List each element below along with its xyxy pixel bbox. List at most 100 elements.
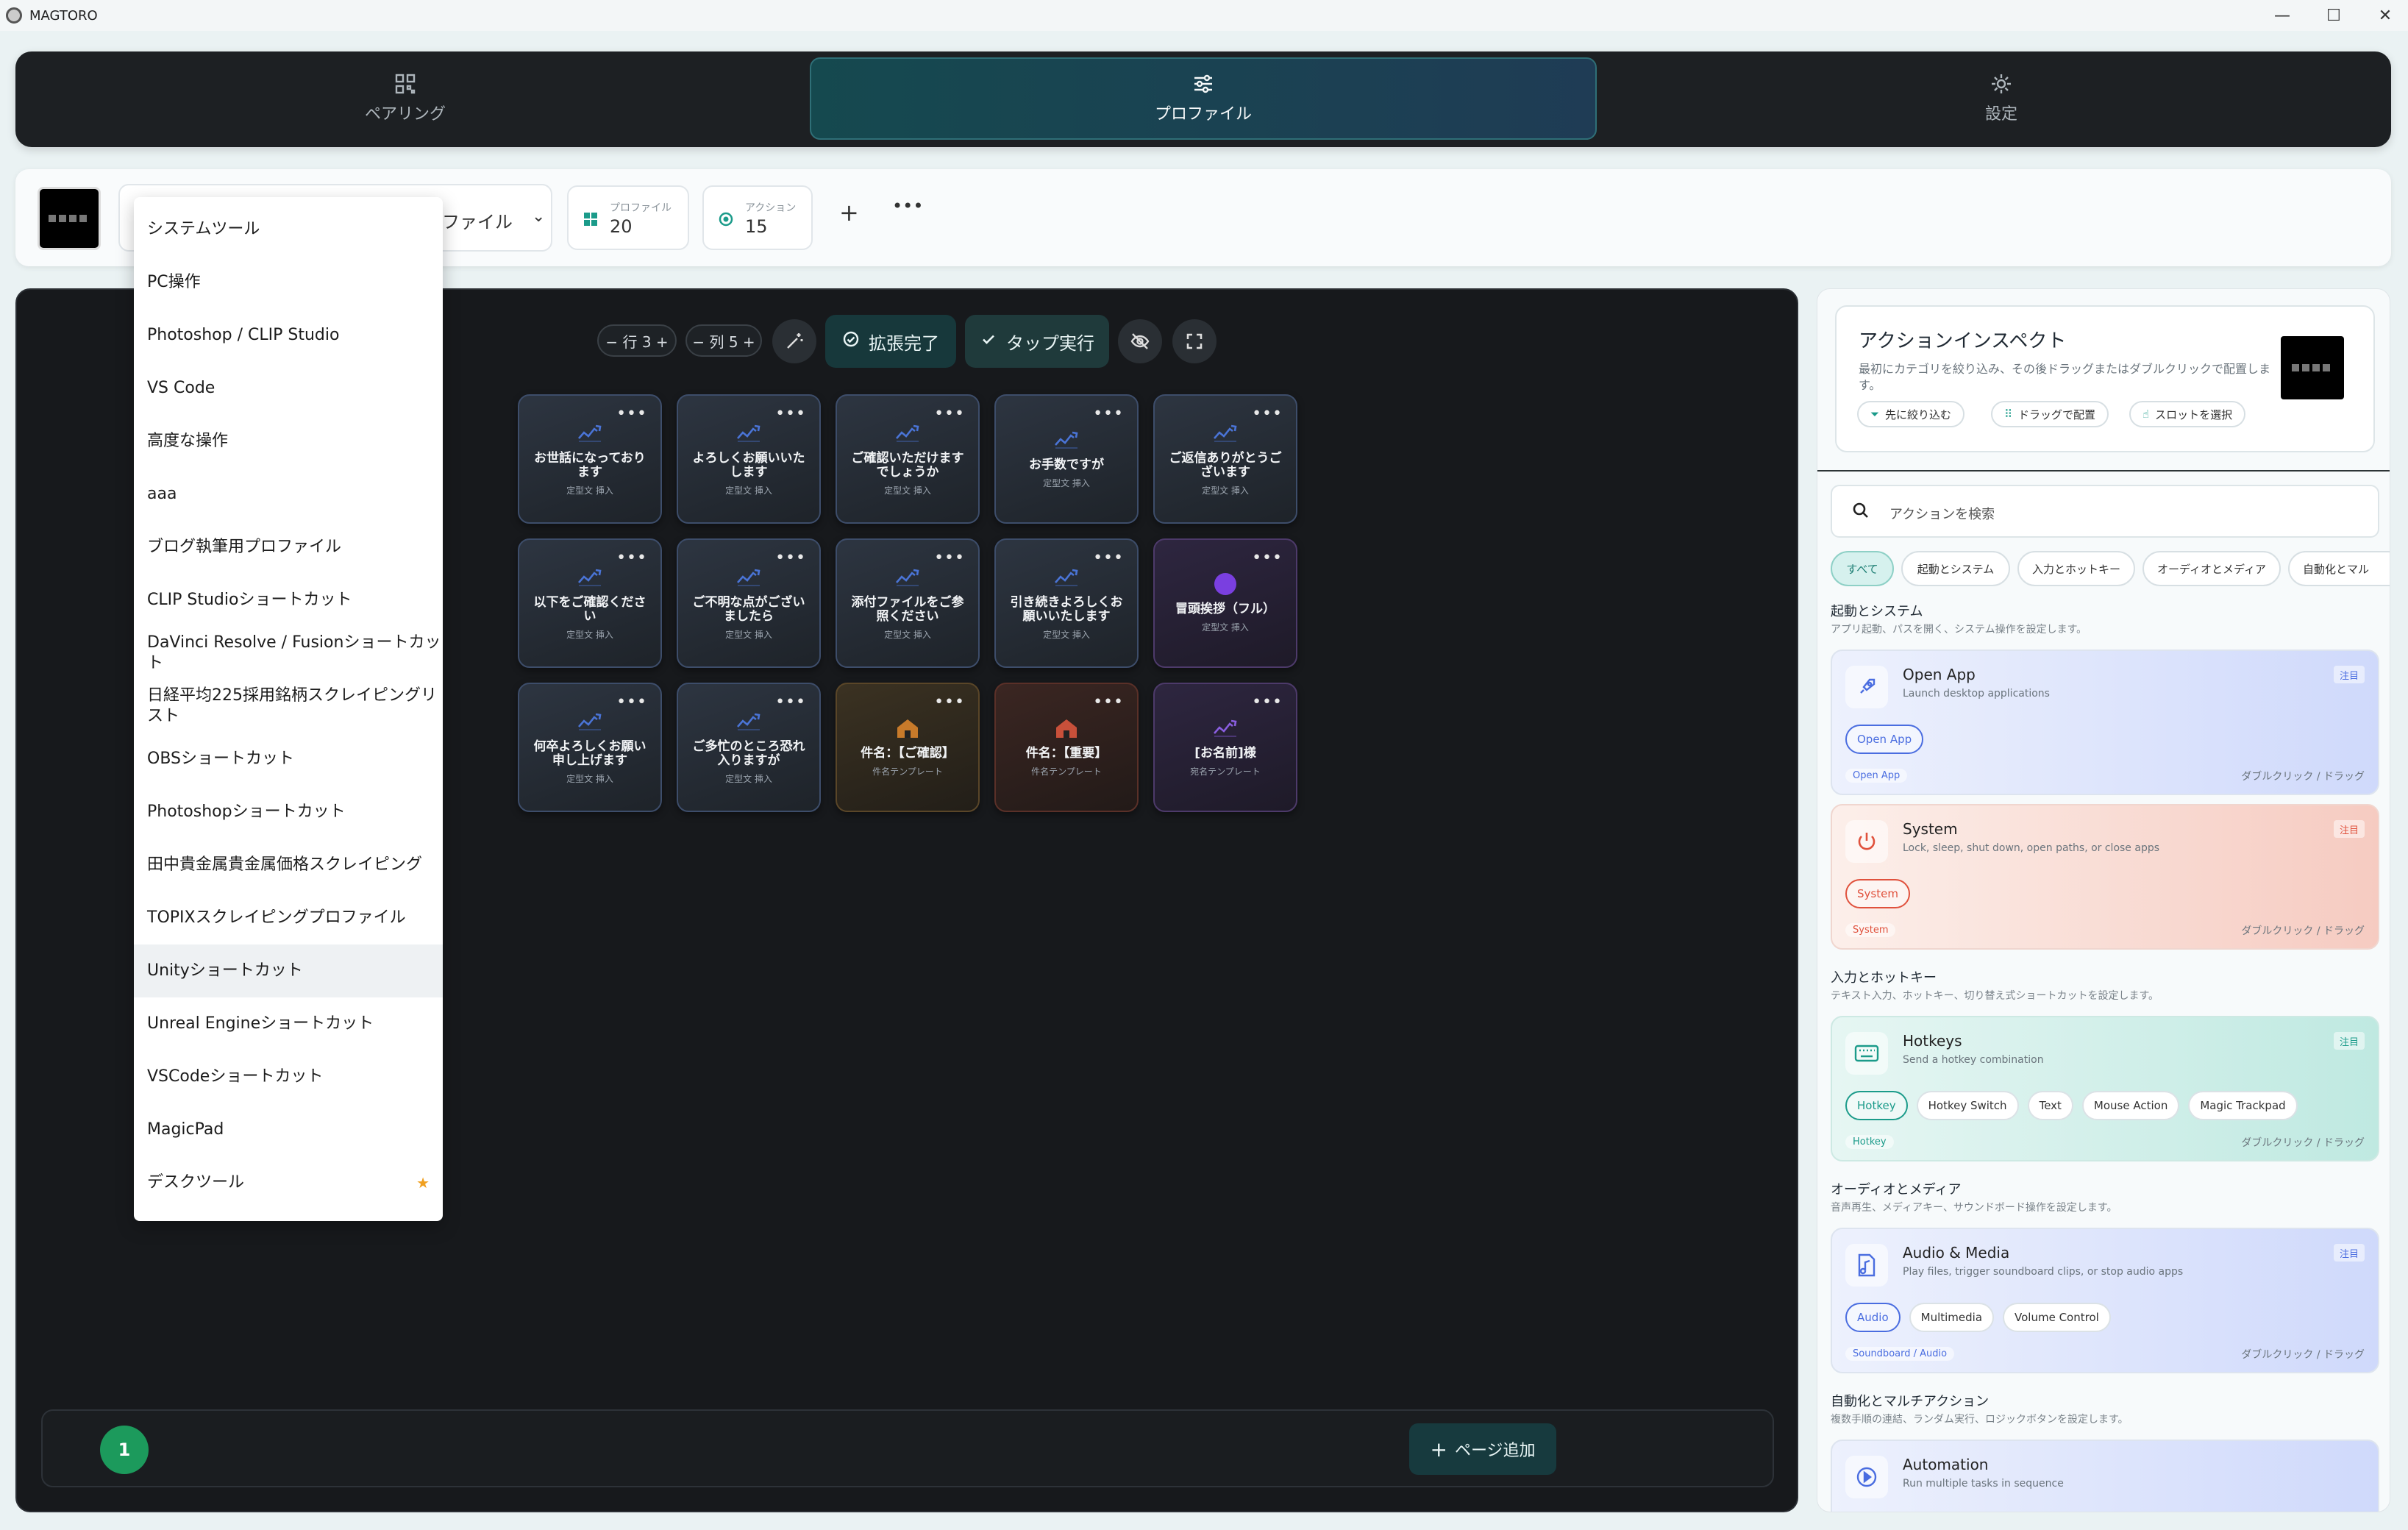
filter-input-hotkey[interactable]: 入力とホットキー bbox=[2017, 551, 2135, 586]
action-slot[interactable]: ••• ご確認いただけますでしょうか 定型文 挿入 bbox=[836, 394, 980, 524]
slot-title: 引き続きよろしくお願いいたします bbox=[1010, 594, 1123, 624]
page-button-1[interactable]: 1 bbox=[100, 1426, 149, 1474]
add-profile-button[interactable]: + bbox=[839, 199, 859, 227]
more-icon[interactable]: ••• bbox=[1252, 693, 1283, 711]
action-search[interactable]: アクションを検索 bbox=[1831, 485, 2379, 538]
dropdown-item[interactable]: Unreal Engineショートカット bbox=[134, 997, 443, 1050]
add-page-button[interactable]: + ページ追加 bbox=[1409, 1423, 1556, 1475]
action-slot[interactable]: ••• [お名前]様 宛名テンプレート bbox=[1153, 683, 1297, 812]
fullscreen-icon[interactable] bbox=[1172, 319, 1217, 363]
dropdown-item[interactable]: PC操作 bbox=[134, 256, 443, 309]
dropdown-item-label: Unreal Engineショートカット bbox=[147, 1014, 374, 1033]
filter-first-chip[interactable]: ⏷ 先に絞り込む bbox=[1857, 401, 1965, 427]
more-icon[interactable]: ••• bbox=[934, 549, 965, 567]
dropdown-item[interactable]: OBSショートカット bbox=[134, 733, 443, 786]
check-circle-icon bbox=[842, 330, 860, 352]
action-slot[interactable]: ••• お手数ですが 定型文 挿入 bbox=[994, 394, 1139, 524]
sliders-icon bbox=[1192, 73, 1214, 95]
action-card-open-app[interactable]: Open App Launch desktop applications 注目 Ope… bbox=[1831, 650, 2379, 795]
magic-wand-icon[interactable] bbox=[772, 319, 816, 363]
profile-thumbnail[interactable] bbox=[38, 187, 101, 250]
dropdown-item[interactable]: Photoshop / CLIP Studio bbox=[134, 309, 443, 362]
minimize-button[interactable]: — bbox=[2256, 0, 2308, 31]
dropdown-item[interactable]: Photoshopショートカット bbox=[134, 786, 443, 839]
card-tag[interactable]: Volume Control bbox=[2003, 1303, 2111, 1332]
tab-profile[interactable]: プロファイル bbox=[810, 57, 1597, 140]
more-icon[interactable]: ••• bbox=[934, 405, 965, 423]
action-slot[interactable]: ••• ご不明な点がございましたら 定型文 挿入 bbox=[677, 538, 821, 668]
card-tag[interactable]: System bbox=[1845, 879, 1910, 908]
more-icon[interactable]: ••• bbox=[616, 405, 647, 423]
action-slot[interactable]: ••• 添付ファイルをご参照ください 定型文 挿入 bbox=[836, 538, 980, 668]
dropdown-item[interactable]: ブログ執筆用プロファイル bbox=[134, 521, 443, 574]
maximize-button[interactable]: ☐ bbox=[2308, 0, 2359, 31]
card-tag[interactable]: Audio bbox=[1845, 1303, 1901, 1332]
card-tag[interactable]: Hotkey Switch bbox=[1916, 1091, 2019, 1120]
more-icon[interactable]: ••• bbox=[934, 693, 965, 711]
title-bar: MAGTORO — ☐ ✕ bbox=[0, 0, 2408, 31]
card-tag[interactable]: Magic Trackpad bbox=[2188, 1091, 2298, 1120]
action-slot[interactable]: ••• 引き続きよろしくお願いいたします定型文 挿入 bbox=[994, 538, 1139, 668]
action-card-system[interactable]: System Lock, sleep, shut down, open paths… bbox=[1831, 804, 2379, 950]
action-slot[interactable]: ••• お世話になっております 定型文 挿入 bbox=[518, 394, 662, 524]
tab-settings[interactable]: 設定 bbox=[1611, 57, 2391, 140]
more-icon[interactable]: ••• bbox=[775, 405, 806, 423]
more-icon[interactable]: ••• bbox=[775, 693, 806, 711]
dropdown-item[interactable]: 田中貴金属貴金属価格スクレイピング bbox=[134, 839, 443, 892]
dropdown-item[interactable]: デスクツール ★ bbox=[134, 1156, 443, 1209]
select-slot-chip[interactable]: ☝ スロットを選択 bbox=[2129, 401, 2246, 427]
action-slot[interactable]: ••• 件名：【ご確認】 件名テンプレート bbox=[836, 683, 980, 812]
action-card-automation[interactable]: Automation Run multiple tasks in sequence bbox=[1831, 1440, 2379, 1512]
tab-pairing[interactable]: ペアリング bbox=[15, 57, 795, 140]
more-icon[interactable]: ••• bbox=[1252, 549, 1283, 567]
more-icon[interactable]: ••• bbox=[1093, 405, 1124, 423]
dropdown-item[interactable]: MagicPad bbox=[134, 1103, 443, 1156]
dropdown-item[interactable]: DaVinci Resolve / Fusionショートカット bbox=[134, 627, 443, 680]
more-icon[interactable]: ••• bbox=[1252, 405, 1283, 423]
more-icon[interactable]: ••• bbox=[616, 549, 647, 567]
rows-stepper[interactable]: − 行 3 + bbox=[597, 324, 677, 357]
action-slot[interactable]: ••• 冒頭挨拶（フル） 定型文 挿入 bbox=[1153, 538, 1297, 668]
more-icon[interactable]: ••• bbox=[616, 693, 647, 711]
dropdown-item[interactable]: CLIP Studioショートカット bbox=[134, 574, 443, 627]
dropdown-item-label: VSCodeショートカット bbox=[147, 1067, 324, 1086]
filter-all[interactable]: すべて bbox=[1831, 551, 1894, 586]
card-tag[interactable]: Open App bbox=[1845, 725, 1924, 754]
dropdown-item[interactable]: VS Code bbox=[134, 362, 443, 415]
dropdown-item[interactable]: aaa bbox=[134, 468, 443, 521]
card-tag[interactable]: Hotkey bbox=[1845, 1091, 1908, 1120]
action-slot[interactable]: ••• ご多忙のところ恐れ入りますが 定型文 挿入 bbox=[677, 683, 821, 812]
card-title: Audio & Media bbox=[1903, 1244, 2010, 1262]
dropdown-item[interactable]: システムツール bbox=[134, 203, 443, 256]
dropdown-item[interactable]: Unityショートカット bbox=[134, 944, 443, 997]
action-slot[interactable]: ••• 以下をご確認ください 定型文 挿入 bbox=[518, 538, 662, 668]
action-slot[interactable]: ••• 件名：【重要】 件名テンプレート bbox=[994, 683, 1139, 812]
slot-subtitle: 定型文 挿入 bbox=[1043, 629, 1090, 640]
more-icon[interactable]: ••• bbox=[892, 196, 923, 216]
tap-run-button[interactable]: タップ実行 bbox=[965, 315, 1109, 368]
action-card-hotkeys[interactable]: Hotkeys Send a hotkey combination 注目 Hotkey… bbox=[1831, 1016, 2379, 1161]
close-button[interactable]: ✕ bbox=[2359, 0, 2408, 31]
dropdown-item[interactable]: TOPIXスクレイピングプロファイル bbox=[134, 892, 443, 944]
action-slot[interactable]: ••• よろしくお願いいたします 定型文 挿入 bbox=[677, 394, 821, 524]
slot-title: ご不明な点がございましたら bbox=[692, 594, 805, 624]
cols-stepper[interactable]: − 列 5 + bbox=[685, 324, 762, 357]
expand-done-button[interactable]: 拡張完了 bbox=[825, 315, 956, 368]
dropdown-item[interactable]: VSCodeショートカット bbox=[134, 1050, 443, 1103]
more-icon[interactable]: ••• bbox=[1093, 549, 1124, 567]
card-tag[interactable]: Mouse Action bbox=[2081, 1091, 2180, 1120]
filter-automation[interactable]: 自動化とマル bbox=[2288, 551, 2390, 586]
filter-audio-media[interactable]: オーディオとメディア bbox=[2142, 551, 2281, 586]
drag-place-chip[interactable]: ⠿ ドラッグで配置 bbox=[1991, 401, 2109, 427]
card-tag[interactable]: Multimedia bbox=[1909, 1303, 1995, 1332]
eye-off-icon[interactable] bbox=[1118, 319, 1162, 363]
card-tag[interactable]: Text bbox=[2027, 1091, 2073, 1120]
action-slot[interactable]: ••• 何卒よろしくお願い申し上げます 定型文 挿入 bbox=[518, 683, 662, 812]
action-card-audio-media[interactable]: Audio & Media Play files, trigger soundbo… bbox=[1831, 1228, 2379, 1373]
more-icon[interactable]: ••• bbox=[775, 549, 806, 567]
dropdown-item[interactable]: 高度な操作 bbox=[134, 415, 443, 468]
filter-launch-system[interactable]: 起動とシステム bbox=[1901, 551, 2010, 586]
action-slot[interactable]: ••• ご返信ありがとうございます 定型文 挿入 bbox=[1153, 394, 1297, 524]
dropdown-item[interactable]: 日経平均225採用銘柄スクレイピングリスト bbox=[134, 680, 443, 733]
more-icon[interactable]: ••• bbox=[1093, 693, 1124, 711]
